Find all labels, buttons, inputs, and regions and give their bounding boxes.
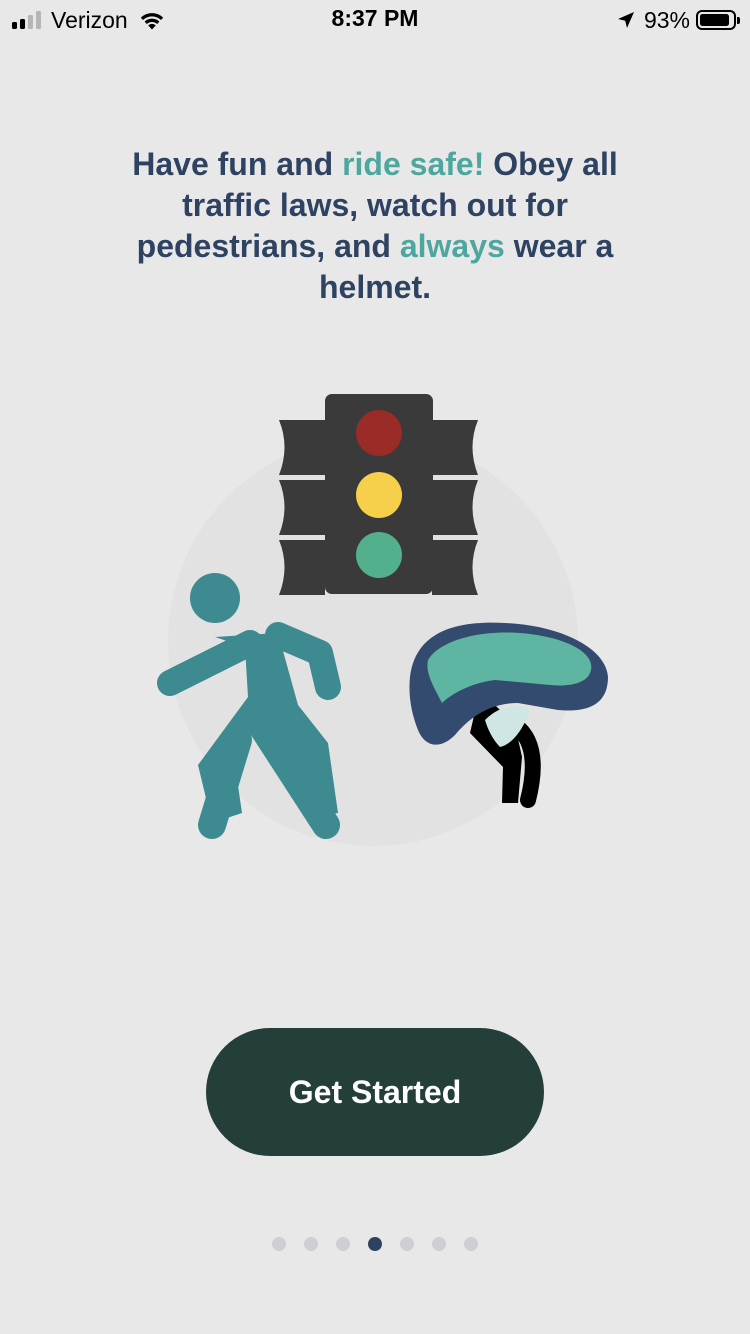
page-indicator [0,1237,750,1251]
status-bar: Verizon 8:37 PM 93% [0,0,750,40]
page-dot-1[interactable] [272,1237,286,1251]
get-started-button[interactable]: Get Started [206,1028,544,1156]
page-dot-7[interactable] [464,1237,478,1251]
location-arrow-icon [617,12,634,28]
onboarding-message: Have fun and ride safe! Obey all traffic… [125,144,625,308]
page-dot-3[interactable] [336,1237,350,1251]
onboarding-screen: Verizon 8:37 PM 93% Have fun and ride sa… [0,0,750,1334]
message-accent-always: always [399,228,505,264]
page-dot-5[interactable] [400,1237,414,1251]
page-dot-6[interactable] [432,1237,446,1251]
traffic-light-icon [279,394,478,595]
yellow-light [356,472,402,518]
message-accent-ride-safe: ride safe! [342,146,485,182]
safety-illustration [157,394,608,846]
status-bar-right: 93% [616,6,740,34]
battery-icon [696,10,740,30]
page-dot-2[interactable] [304,1237,318,1251]
green-light [356,532,402,578]
message-text-1: Have fun and [132,146,343,182]
battery-percent: 93% [643,6,690,33]
red-light [356,410,402,456]
page-dot-4[interactable] [368,1237,382,1251]
